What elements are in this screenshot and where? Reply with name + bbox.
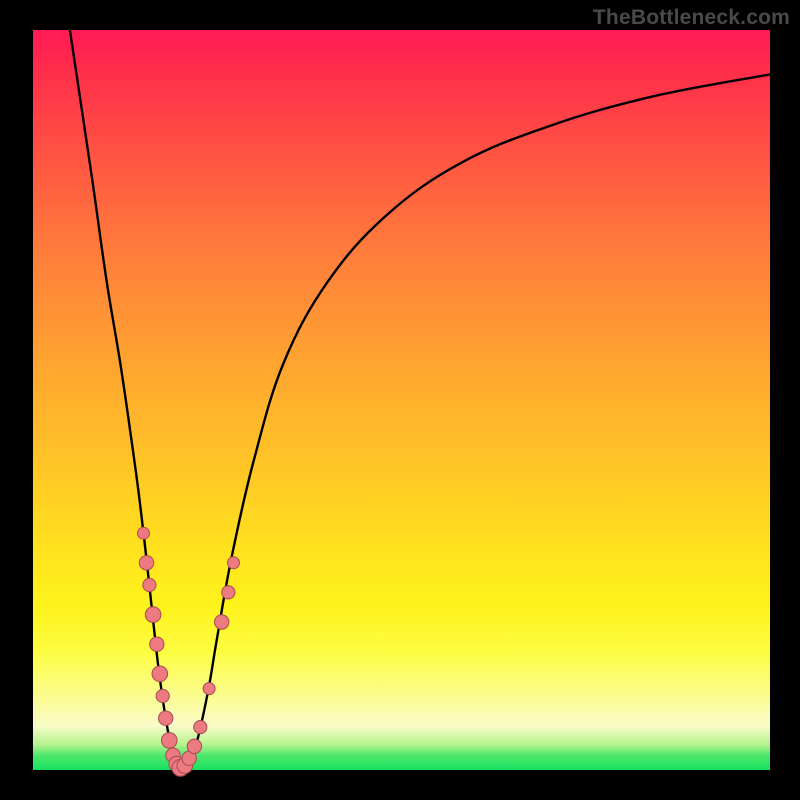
data-marker xyxy=(139,556,153,570)
data-marker xyxy=(152,666,168,682)
data-marker xyxy=(203,683,215,695)
data-marker xyxy=(215,615,229,629)
data-marker xyxy=(150,637,164,651)
data-marker xyxy=(222,586,235,599)
watermark-text: TheBottleneck.com xyxy=(593,6,790,30)
curve-layer xyxy=(70,30,770,770)
outer-frame: TheBottleneck.com xyxy=(0,0,800,800)
data-marker xyxy=(143,578,156,591)
data-marker xyxy=(138,527,150,539)
data-marker xyxy=(159,711,173,725)
data-marker xyxy=(162,733,178,749)
data-marker xyxy=(228,557,240,569)
data-marker xyxy=(145,607,161,623)
plot-area xyxy=(33,30,770,770)
bottleneck-curve xyxy=(70,30,770,770)
chart-svg xyxy=(33,30,770,770)
data-marker xyxy=(194,721,207,734)
data-marker xyxy=(156,689,169,702)
data-marker xyxy=(187,739,201,753)
marker-layer xyxy=(138,527,240,776)
